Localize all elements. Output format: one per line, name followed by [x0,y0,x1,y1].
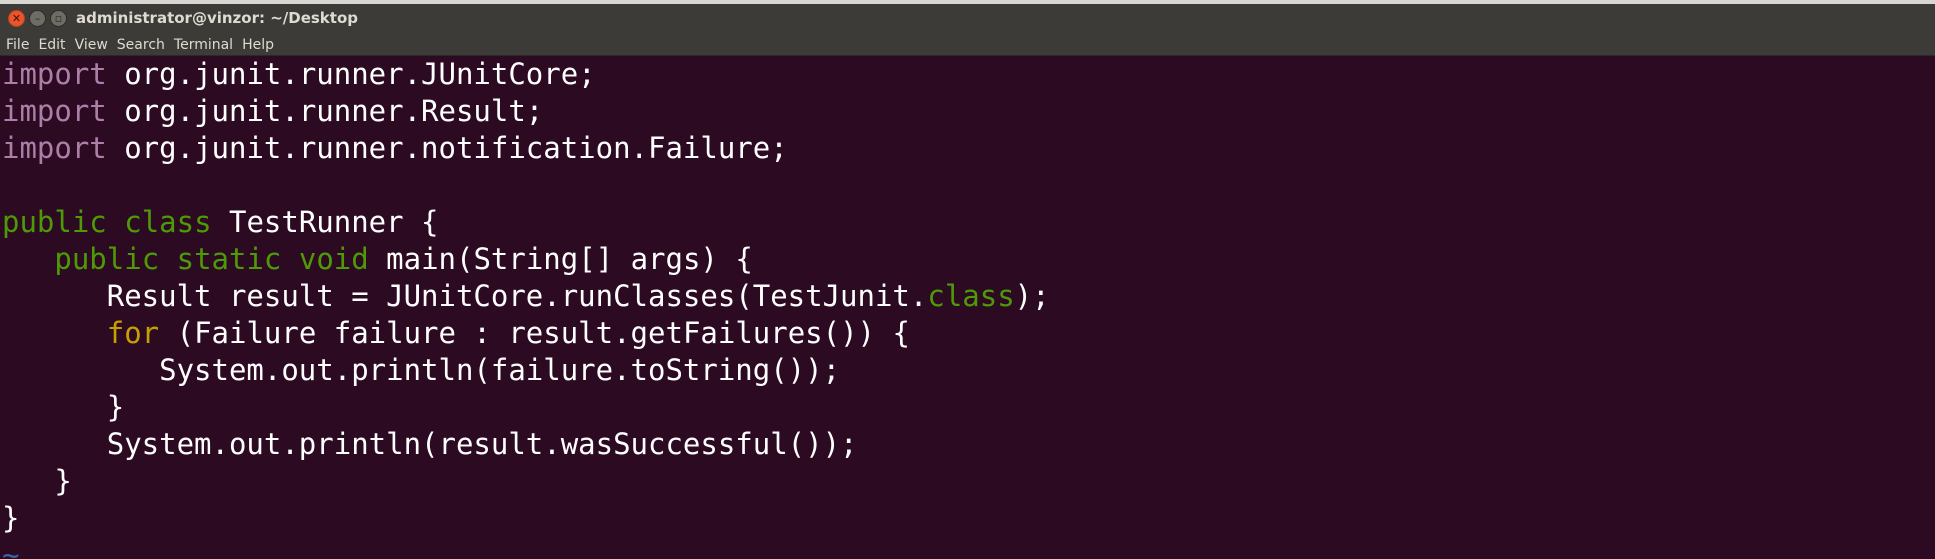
code-line: import org.junit.runner.notification.Fai… [2,130,1935,167]
code-line: } [2,500,1935,537]
maximize-icon[interactable]: ▫ [50,10,67,27]
code-text: org.junit.runner.Result; [106,94,544,128]
terminal-area[interactable]: import org.junit.runner.JUnitCore; import… [0,56,1935,559]
menu-edit[interactable]: Edit [38,37,65,53]
code-keyword: class [927,279,1015,313]
code-text: System.out.println(failure.toString()); [2,353,841,387]
code-line: } [2,463,1935,500]
code-line: } [2,389,1935,426]
code-keyword: void [298,242,369,276]
code-text: org.junit.runner.notification.Failure; [106,131,788,165]
code-keyword: static [176,242,282,276]
code-line: ~ [2,537,1935,559]
code-line: System.out.println(result.wasSuccessful(… [2,426,1935,463]
code-keyword: import [2,131,107,165]
menu-bar: File Edit View Search Terminal Help [0,34,1935,56]
code-line: public class TestRunner { [2,204,1935,241]
minimize-icon[interactable]: – [29,10,46,27]
code-text: } [2,501,20,535]
code-text: ); [1014,279,1050,313]
code-keyword: public [2,205,107,239]
code-text: TestRunner { [211,205,439,239]
window-titlebar[interactable]: ✕ – ▫ administrator@vinzor: ~/Desktop [0,4,1935,34]
code-keyword: import [2,57,107,91]
code-line: Result result = JUnitCore.runClasses(Tes… [2,278,1935,315]
code-keyword: ~ [2,538,20,559]
code-text: org.junit.runner.JUnitCore; [106,57,596,91]
menu-terminal[interactable]: Terminal [174,37,233,53]
code-keyword: public [54,242,160,276]
code-text: Result result = JUnitCore.runClasses(Tes… [2,279,928,313]
code-line: import org.junit.runner.JUnitCore; [2,56,1935,93]
code-editor[interactable]: import org.junit.runner.JUnitCore; import… [0,56,1935,559]
close-icon[interactable]: ✕ [8,10,25,27]
menu-file[interactable]: File [6,37,29,53]
code-text: } [2,390,125,424]
code-keyword: import [2,94,107,128]
code-keyword: for [106,316,160,350]
window-controls: ✕ – ▫ [8,10,67,27]
code-line: for (Failure failure : result.getFailure… [2,315,1935,352]
code-line: System.out.println(failure.toString()); [2,352,1935,389]
menu-view[interactable]: View [75,37,108,53]
code-keyword: class [124,205,212,239]
window-title: administrator@vinzor: ~/Desktop [76,9,358,27]
menu-search[interactable]: Search [117,37,165,53]
code-text: System.out.println(result.wasSuccessful(… [2,427,858,461]
code-text: (Failure failure : result.getFailures())… [159,316,910,350]
menu-help[interactable]: Help [242,37,274,53]
code-line: import org.junit.runner.Result; [2,93,1935,130]
code-text: main(String[] args) { [368,242,753,276]
code-text: } [2,464,72,498]
code-line: public static void main(String[] args) { [2,241,1935,278]
